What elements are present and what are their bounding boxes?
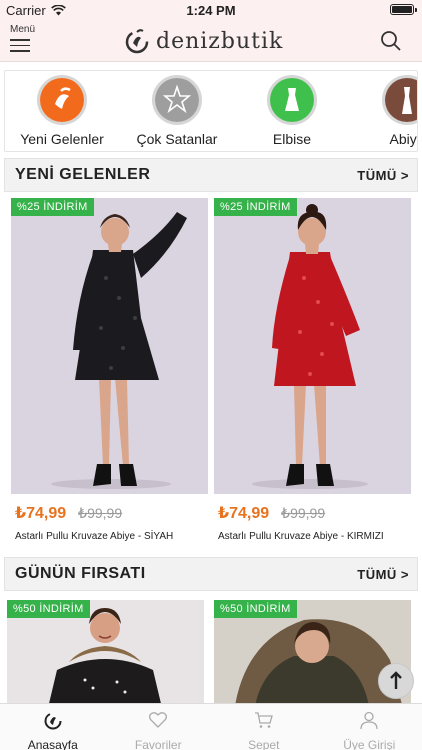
cart-icon	[254, 712, 273, 728]
user-icon	[360, 711, 378, 730]
sale-price: ₺74,99	[15, 505, 67, 522]
section-title: GÜNÜN FIRSATI	[15, 565, 146, 582]
dress-icon	[270, 78, 314, 122]
app-header: Menü denizbutik	[0, 20, 422, 62]
category-circle	[37, 75, 87, 125]
heart-icon	[149, 712, 168, 728]
search-icon[interactable]	[380, 30, 402, 52]
tab-label: Favoriler	[134, 738, 182, 750]
category-elbise[interactable]: Elbise	[237, 75, 347, 147]
product-image[interactable]: %25 İNDİRİM	[11, 198, 208, 494]
battery-icon	[390, 4, 417, 15]
tab-favoriler[interactable]: Favoriler	[106, 704, 212, 750]
price-row: ₺74,99 ₺99,99	[11, 503, 208, 523]
menu-button[interactable]: Menü	[10, 24, 44, 58]
product-image[interactable]: %25 İNDİRİM	[214, 198, 411, 494]
tab-sepet[interactable]: Sepet	[211, 704, 317, 750]
deal-product-card[interactable]: %50 İNDİRİM	[214, 600, 411, 712]
product-name[interactable]: Astarlı Pullu Kruvaze Abiye - KIRMIZI	[214, 531, 411, 542]
original-price: ₺99,99	[281, 505, 326, 521]
deal-product-card[interactable]: %50 İNDİRİM	[7, 600, 204, 712]
price-row: ₺74,99 ₺99,99	[214, 503, 411, 523]
product-image[interactable]: %50 İNDİRİM	[214, 600, 411, 712]
category-circle	[152, 75, 202, 125]
model-photo	[11, 198, 208, 494]
category-abiye[interactable]: Abiye	[352, 75, 417, 147]
category-label: Çok Satanlar	[136, 131, 218, 147]
status-bar: Carrier 1:24 PM	[0, 0, 422, 20]
home-logo-icon	[44, 712, 62, 730]
category-label: Elbise	[272, 131, 312, 147]
category-yeni-gelenler[interactable]: Yeni Gelenler	[7, 75, 117, 147]
discount-badge: %25 İNDİRİM	[214, 198, 297, 216]
see-all-link[interactable]: TÜMÜ >	[357, 567, 409, 582]
tab-anasayfa[interactable]: Anasayfa	[0, 704, 106, 750]
status-time: 1:24 PM	[186, 3, 236, 18]
category-label: Abiye	[389, 131, 417, 147]
new-arrivals-icon	[40, 78, 84, 122]
category-strip[interactable]: Yeni Gelenler Çok Satanlar Elbise Abiye	[4, 70, 418, 152]
product-card[interactable]: %25 İNDİRİM ₺74,99 ₺99,99 Astarlı Pullu …	[11, 198, 208, 542]
evening-dress-icon	[385, 78, 417, 122]
category-circle	[267, 75, 317, 125]
tab-label: Üye Girişi	[343, 738, 396, 750]
brand-name: denizbutik	[156, 28, 284, 54]
menu-label: Menü	[10, 24, 36, 35]
bestseller-star-icon	[155, 78, 199, 122]
tab-uye-girisi[interactable]: Üye Girişi	[317, 704, 422, 750]
original-price: ₺99,99	[78, 505, 123, 521]
category-label: Yeni Gelenler	[20, 131, 104, 147]
tab-label: Sepet	[248, 738, 280, 750]
product-image[interactable]: %50 İNDİRİM	[7, 600, 204, 712]
tab-label: Anasayfa	[27, 738, 78, 750]
category-cok-satanlar[interactable]: Çok Satanlar	[122, 75, 232, 147]
brand-logo-link[interactable]: denizbutik	[124, 28, 283, 54]
brand-logo-icon	[125, 29, 149, 54]
deal-of-day-header: GÜNÜN FIRSATI TÜMÜ >	[4, 557, 418, 591]
see-all-link[interactable]: TÜMÜ >	[357, 168, 409, 183]
discount-badge: %25 İNDİRİM	[11, 198, 94, 216]
product-card[interactable]: %25 İNDİRİM ₺74,99 ₺99,99 Astarlı Pullu …	[214, 198, 411, 542]
section-title: YENİ GELENLER	[15, 166, 151, 183]
product-name[interactable]: Astarlı Pullu Kruvaze Abiye - SİYAH	[11, 531, 208, 542]
discount-badge: %50 İNDİRİM	[214, 600, 297, 618]
model-photo	[214, 198, 411, 494]
category-circle	[382, 75, 417, 125]
hamburger-icon	[10, 39, 30, 52]
tab-bar: Anasayfa Favoriler Sepet Üye Girişi	[0, 703, 422, 750]
sale-price: ₺74,99	[218, 505, 270, 522]
arrow-up-icon	[390, 671, 402, 689]
new-arrivals-header: YENİ GELENLER TÜMÜ >	[4, 158, 418, 192]
scroll-to-top-button[interactable]	[378, 663, 414, 699]
discount-badge: %50 İNDİRİM	[7, 600, 90, 618]
